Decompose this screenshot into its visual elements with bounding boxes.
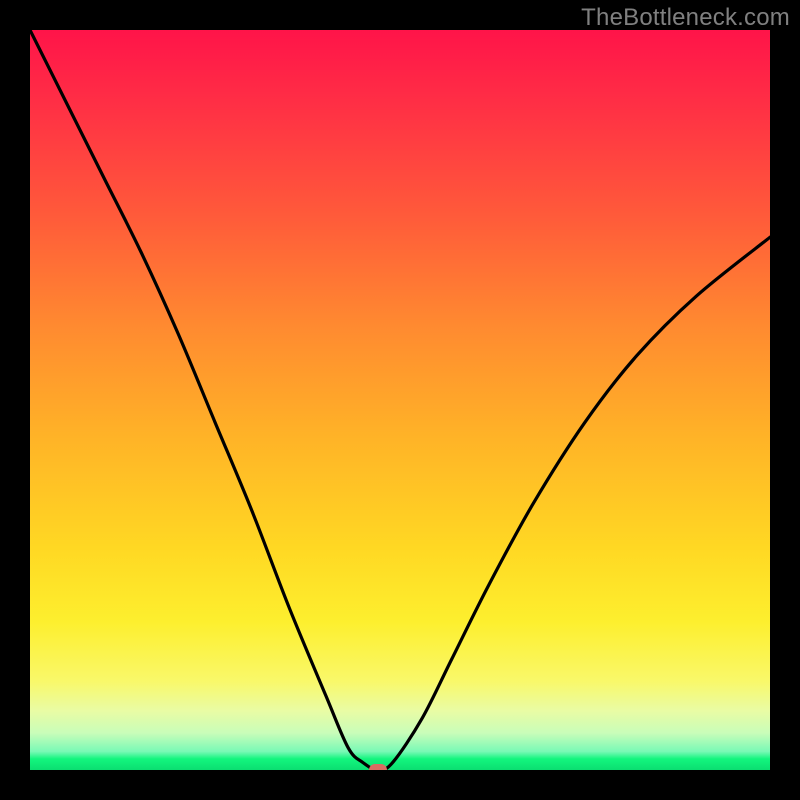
chart-frame: TheBottleneck.com	[0, 0, 800, 800]
minimum-marker	[369, 764, 387, 770]
curve-layer	[30, 30, 770, 770]
bottleneck-curve	[30, 30, 770, 770]
watermark-text: TheBottleneck.com	[581, 4, 790, 32]
plot-area	[30, 30, 770, 770]
